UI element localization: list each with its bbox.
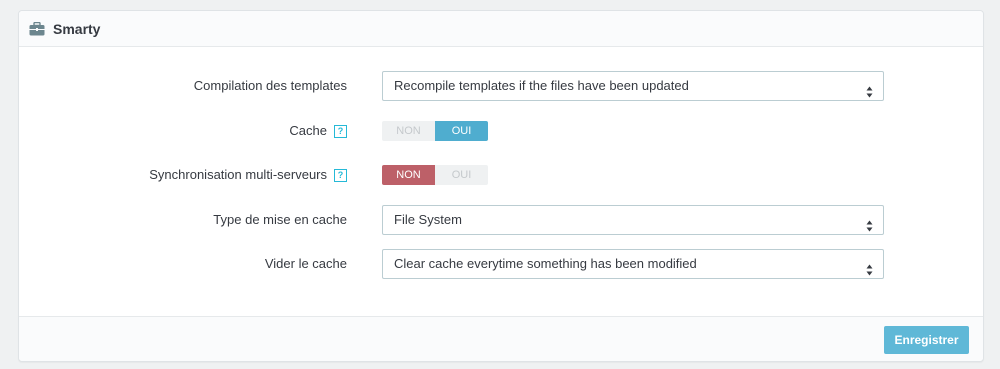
cache-type-select[interactable]: File System: [382, 205, 884, 235]
select-caret-icon: [866, 214, 873, 232]
briefcase-icon: [29, 21, 45, 36]
sync-switch[interactable]: NON OUI: [382, 165, 488, 185]
label-clear-cache-text: Vider le cache: [264, 256, 347, 271]
label-compilation: Compilation des templates: [194, 71, 347, 101]
row-clear-cache: Vider le cache Clear cache everytime som…: [19, 249, 983, 279]
row-cache-type: Type de mise en cache File System: [19, 205, 983, 235]
select-caret-icon: [866, 258, 873, 276]
sync-switch-off[interactable]: NON: [382, 165, 435, 185]
row-cache: Cache ? NON OUI: [19, 116, 983, 146]
label-sync: Synchronisation multi-serveurs ?: [149, 160, 347, 190]
row-compilation: Compilation des templates Recompile temp…: [19, 71, 983, 101]
panel-title: Smarty: [53, 20, 101, 37]
cache-type-select-value: File System: [394, 212, 462, 227]
label-cache-type-text: Type de mise en cache: [213, 212, 347, 227]
save-button[interactable]: Enregistrer: [884, 326, 969, 354]
label-cache: Cache ?: [289, 116, 347, 146]
compilation-select[interactable]: Recompile templates if the files have be…: [382, 71, 884, 101]
sync-help-icon[interactable]: ?: [334, 168, 347, 182]
select-caret-icon: [866, 80, 873, 98]
label-sync-text: Synchronisation multi-serveurs: [149, 167, 327, 182]
cache-switch-on[interactable]: OUI: [435, 121, 488, 141]
smarty-panel: Smarty Compilation des templates Recompi…: [18, 10, 984, 362]
clear-cache-select[interactable]: Clear cache everytime something has been…: [382, 249, 884, 279]
cache-help-icon[interactable]: ?: [334, 124, 347, 138]
compilation-select-value: Recompile templates if the files have be…: [394, 78, 689, 93]
label-compilation-text: Compilation des templates: [193, 78, 347, 93]
row-sync: Synchronisation multi-serveurs ? NON OUI: [19, 160, 983, 190]
sync-switch-on[interactable]: OUI: [435, 165, 488, 185]
label-clear-cache: Vider le cache: [265, 249, 347, 279]
label-cache-type: Type de mise en cache: [213, 205, 347, 235]
panel-heading: Smarty: [19, 11, 983, 47]
cache-switch[interactable]: NON OUI: [382, 121, 488, 141]
cache-switch-off[interactable]: NON: [382, 121, 435, 141]
label-cache-text: Cache: [289, 123, 327, 138]
panel-footer: Enregistrer: [19, 316, 983, 361]
clear-cache-select-value: Clear cache everytime something has been…: [394, 256, 697, 271]
